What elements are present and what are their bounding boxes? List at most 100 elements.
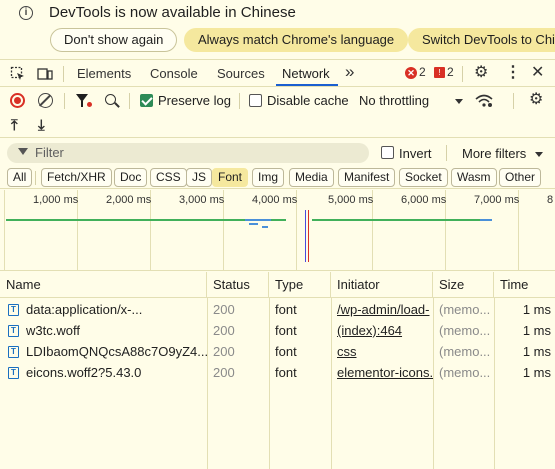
record-icon[interactable] [10, 93, 25, 108]
invert-label[interactable]: Invert [399, 146, 432, 161]
type-filter-js[interactable]: JS [186, 168, 213, 187]
tab-elements[interactable]: Elements [77, 66, 131, 81]
column-header-initiator[interactable]: Initiator [331, 272, 433, 298]
timeline-overview[interactable]: 1,000 ms 2,000 ms 3,000 ms 4,000 ms 5,00… [0, 190, 555, 271]
network-settings-gear-icon[interactable]: ⚙ [529, 92, 543, 108]
throttling-select[interactable]: No throttling [359, 93, 429, 108]
request-type: font [275, 302, 297, 317]
type-filter-all[interactable]: All [7, 168, 33, 187]
table-row[interactable]: T data:application/x-... 200 font /wp-ad… [0, 299, 555, 320]
disable-cache-checkbox[interactable] [249, 94, 262, 107]
divider [129, 93, 130, 109]
timeline-bar [6, 219, 286, 221]
divider [63, 66, 64, 82]
request-size: (memo... [439, 323, 491, 338]
preserve-log-checkbox[interactable] [140, 94, 153, 107]
invert-checkbox[interactable] [381, 146, 394, 159]
request-initiator-link[interactable]: (index):464 [331, 320, 433, 341]
type-filter-wasm[interactable]: Wasm [451, 168, 497, 187]
timeline-tick: 6,000 ms [401, 194, 447, 206]
type-filter-media[interactable]: Media [289, 168, 334, 187]
download-icon[interactable]: ⤓ [38, 117, 45, 134]
tab-console[interactable]: Console [150, 66, 198, 81]
column-header-status[interactable]: Status [207, 272, 269, 298]
column-header-name[interactable]: Name [0, 272, 207, 298]
switch-language-button[interactable]: Switch DevTools to Chin [408, 28, 555, 52]
chevron-down-icon[interactable] [455, 99, 463, 104]
column-header-type[interactable]: Type [269, 272, 331, 298]
more-tabs-button[interactable]: » [345, 62, 354, 82]
type-filter-fetch-xhr[interactable]: Fetch/XHR [41, 168, 112, 187]
request-size: (memo... [439, 344, 491, 359]
divider [64, 93, 65, 109]
upload-icon[interactable]: ⤒ [11, 117, 18, 134]
divider [513, 93, 514, 109]
error-count: 2 [419, 65, 426, 79]
timeline-bar [249, 223, 258, 225]
request-name: LDIbaomQNQcsA88c7O9yZ4... [26, 344, 207, 359]
request-time: 1 ms [522, 344, 551, 359]
table-row[interactable]: T eicons.woff2?5.43.0 200 font elementor… [0, 362, 555, 383]
wifi-icon[interactable] [475, 94, 493, 108]
info-icon: i [19, 6, 33, 20]
table-row[interactable]: T w3tc.woff 200 font (index):464 (memo..… [0, 320, 555, 341]
type-filter-css[interactable]: CSS [150, 168, 187, 187]
dont-show-again-button[interactable]: Don't show again [50, 28, 178, 52]
disable-cache-label[interactable]: Disable cache [267, 93, 349, 108]
type-filter-doc[interactable]: Doc [114, 168, 148, 187]
devtools-tabstrip: Elements Console Sources Network » ✕ 2 !… [0, 61, 555, 87]
filter-input[interactable]: Filter [7, 143, 369, 163]
font-file-icon: T [8, 304, 19, 316]
filter-row: Filter Invert More filters [0, 139, 555, 167]
device-toolbar-icon[interactable] [37, 66, 53, 82]
preserve-log-label[interactable]: Preserve log [158, 93, 231, 108]
request-initiator-link[interactable]: /wp-admin/load- [331, 299, 433, 320]
timeline-tick: 2,000 ms [106, 194, 152, 206]
type-filter-img[interactable]: Img [252, 168, 285, 187]
issues-icon[interactable]: ! [434, 67, 445, 78]
request-type: font [275, 323, 297, 338]
type-filter-font[interactable]: Font [212, 168, 249, 187]
request-size: (memo... [439, 365, 491, 380]
import-export-toolbar: ⤒ ⤓ [0, 114, 555, 138]
divider [239, 93, 240, 109]
match-language-button[interactable]: Always match Chrome's language [184, 28, 409, 52]
timeline-tick: 4,000 ms [252, 194, 298, 206]
error-icon[interactable]: ✕ [405, 67, 417, 79]
search-icon[interactable] [105, 94, 116, 105]
inspect-icon[interactable] [10, 66, 26, 82]
table-row[interactable]: T LDIbaomQNQcsA88c7O9yZ4... 200 font css… [0, 341, 555, 362]
request-name: data:application/x-... [26, 302, 143, 317]
request-time: 1 ms [522, 323, 551, 338]
issue-count: 2 [447, 65, 454, 79]
tab-sources[interactable]: Sources [217, 66, 265, 81]
type-filter-socket[interactable]: Socket [399, 168, 448, 187]
request-status: 200 [213, 302, 235, 317]
type-filter-manifest[interactable]: Manifest [338, 168, 396, 187]
column-header-time[interactable]: Time [494, 272, 555, 298]
network-toolbar: Preserve log Disable cache No throttling… [0, 88, 555, 114]
request-initiator-link[interactable]: elementor-icons. [331, 362, 433, 383]
tab-network[interactable]: Network [282, 66, 330, 81]
column-header-size[interactable]: Size [433, 272, 494, 298]
request-name: eicons.woff2?5.43.0 [26, 365, 142, 380]
kebab-icon[interactable]: ⋮ [505, 65, 521, 81]
more-filters-button[interactable]: More filters [462, 146, 526, 161]
request-name: w3tc.woff [26, 323, 80, 338]
close-icon[interactable]: ✕ [531, 65, 544, 81]
filter-icon [18, 148, 28, 155]
language-infobar: i DevTools is now available in Chinese D… [0, 0, 555, 60]
font-file-icon: T [8, 325, 19, 337]
font-file-icon: T [8, 367, 19, 379]
timeline-tick: 8 [547, 194, 554, 206]
active-tab-indicator [276, 84, 338, 86]
clear-icon[interactable] [38, 93, 53, 108]
type-filter-other[interactable]: Other [499, 168, 542, 187]
chevron-down-icon[interactable] [535, 152, 543, 157]
gear-icon[interactable]: ⚙ [474, 65, 488, 81]
timeline-tick: 5,000 ms [328, 194, 374, 206]
request-initiator-link[interactable]: css [331, 341, 433, 362]
filter-icon[interactable] [76, 94, 88, 107]
request-time: 1 ms [522, 302, 551, 317]
divider [35, 171, 36, 185]
